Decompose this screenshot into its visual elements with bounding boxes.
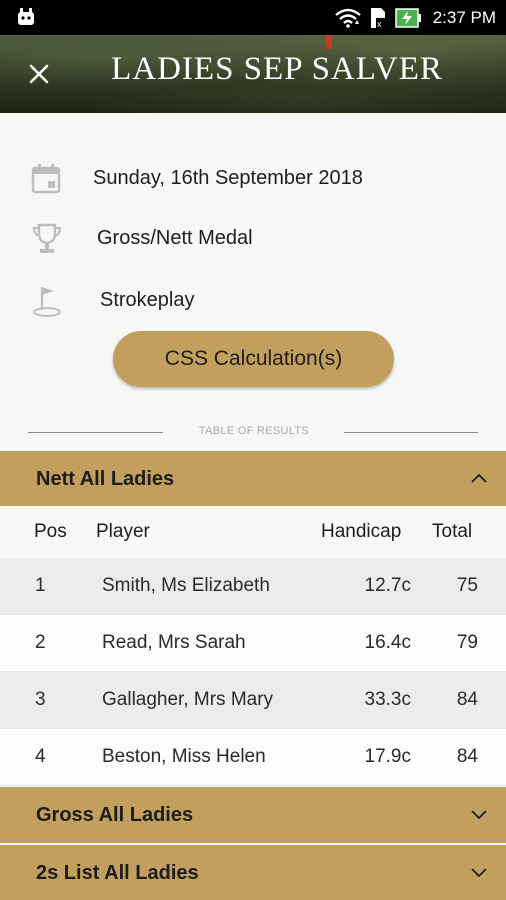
battery-charging-icon xyxy=(394,7,421,28)
section-2s-list-all-ladies[interactable]: 2s List All Ladies xyxy=(0,845,506,900)
status-time: 2:37 PM xyxy=(432,7,496,27)
table-row[interactable]: 1 Smith, Ms Elizabeth 12.7c 75 xyxy=(0,558,506,615)
css-calculation-button[interactable]: CSS Calculation(s) xyxy=(113,331,394,387)
column-header-player: Player xyxy=(96,521,150,542)
chevron-down-icon xyxy=(471,868,487,878)
format-text: Strokeplay xyxy=(100,289,195,311)
calendar-icon xyxy=(31,164,61,194)
divider-left xyxy=(28,432,163,433)
chevron-down-icon xyxy=(471,810,487,820)
date-text: Sunday, 16th September 2018 xyxy=(93,167,363,189)
competition-text: Gross/Nett Medal xyxy=(97,227,253,249)
android-icon xyxy=(18,8,34,25)
section-label: 2s List All Ladies xyxy=(36,861,199,884)
row-handicap: 33.3c xyxy=(364,689,411,710)
results-table-header: Pos Player Handicap Total xyxy=(0,506,506,558)
table-of-results-label: TABLE OF RESULTS xyxy=(198,425,310,437)
row-player: Smith, Ms Elizabeth xyxy=(102,575,270,596)
row-pos: 3 xyxy=(35,689,46,710)
row-player: Beston, Miss Helen xyxy=(102,746,266,767)
row-total: 79 xyxy=(456,632,478,653)
row-player: Read, Mrs Sarah xyxy=(102,632,246,653)
format-row: Strokeplay xyxy=(0,280,506,320)
sim-icon: x xyxy=(370,7,386,29)
table-row[interactable]: 4 Beston, Miss Helen 17.9c 84 xyxy=(0,729,506,786)
chevron-up-icon xyxy=(471,473,487,483)
row-total: 84 xyxy=(456,746,478,767)
divider-right xyxy=(344,432,478,433)
date-row: Sunday, 16th September 2018 xyxy=(0,158,506,198)
section-gross-all-ladies[interactable]: Gross All Ladies xyxy=(0,787,506,843)
section-label: Nett All Ladies xyxy=(36,467,175,490)
flag-decoration xyxy=(326,35,332,49)
section-label: Gross All Ladies xyxy=(36,803,194,826)
section-nett-all-ladies[interactable]: Nett All Ladies xyxy=(0,451,506,507)
row-player: Gallagher, Mrs Mary xyxy=(102,689,274,710)
page-title: LADIES SEP SALVER xyxy=(111,51,443,87)
row-pos: 1 xyxy=(35,575,46,596)
column-header-handicap: Handicap xyxy=(321,521,402,542)
header: LADIES SEP SALVER xyxy=(0,35,506,113)
row-pos: 4 xyxy=(35,746,46,767)
row-total: 75 xyxy=(456,575,478,596)
close-icon[interactable] xyxy=(26,61,52,87)
wifi-icon xyxy=(334,8,361,28)
row-handicap: 16.4c xyxy=(364,632,411,653)
row-handicap: 17.9c xyxy=(364,746,411,767)
trophy-icon xyxy=(32,223,62,253)
status-bar: x 2:37 PM xyxy=(0,0,506,35)
table-row[interactable]: 3 Gallagher, Mrs Mary 33.3c 84 xyxy=(0,672,506,729)
table-row[interactable]: 2 Read, Mrs Sarah 16.4c 79 xyxy=(0,615,506,672)
competition-row: Gross/Nett Medal xyxy=(0,218,506,258)
column-header-total: Total xyxy=(432,521,473,542)
row-handicap: 12.7c xyxy=(364,575,411,596)
golf-flag-icon xyxy=(33,287,61,317)
row-total: 84 xyxy=(456,689,478,710)
column-header-pos: Pos xyxy=(34,521,67,542)
row-pos: 2 xyxy=(35,632,46,653)
svg-text:x: x xyxy=(377,19,382,29)
